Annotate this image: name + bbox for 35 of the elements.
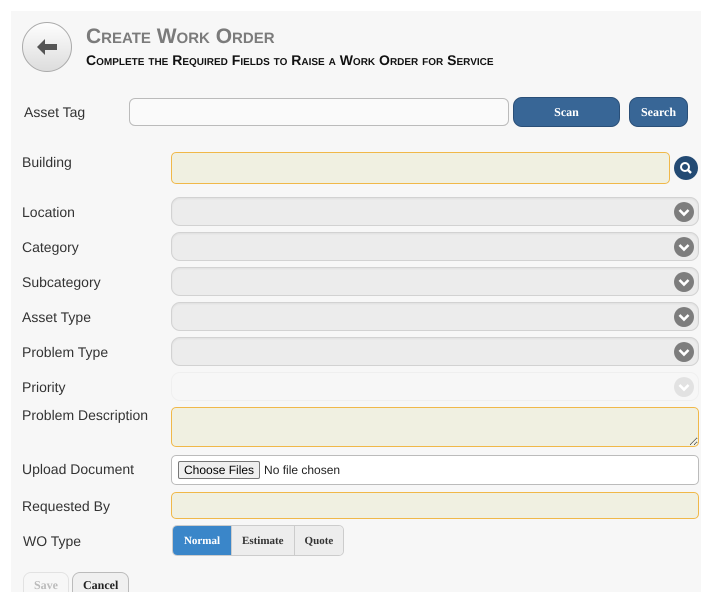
asset-tag-field[interactable] xyxy=(129,98,509,126)
back-button[interactable] xyxy=(22,22,72,72)
search-icon[interactable] xyxy=(674,156,698,180)
input-field[interactable] xyxy=(171,492,699,519)
chevron-down-icon[interactable] xyxy=(674,236,694,256)
field-label: Upload Document xyxy=(22,461,136,477)
field-label: Building xyxy=(22,153,73,170)
field-label: Location xyxy=(22,204,76,220)
field-label: Asset Tag xyxy=(23,104,86,120)
chevron-down-icon[interactable] xyxy=(674,342,694,362)
arrow-left-icon[interactable] xyxy=(36,38,58,56)
text-area[interactable] xyxy=(171,407,699,447)
field-label: Requested By xyxy=(22,498,111,514)
field-label: Asset Type xyxy=(22,308,92,324)
choose-files-button[interactable]: Choose Files xyxy=(178,461,260,479)
input-field[interactable] xyxy=(171,152,670,184)
page-title: Create Work Order xyxy=(86,25,276,49)
toggle-option[interactable]: Normal xyxy=(173,526,231,555)
chevron-down-icon[interactable] xyxy=(674,272,694,292)
chevron-down-icon[interactable] xyxy=(674,306,694,326)
cancel-button[interactable]: Cancel xyxy=(72,572,130,592)
field-label: Priority xyxy=(22,378,67,394)
page-subtitle: Complete the Required Fields to Raise a Work Order for Service xyxy=(86,52,494,68)
field-label: Problem Description xyxy=(22,407,150,423)
chevron-down-icon[interactable] xyxy=(674,202,694,222)
file-field[interactable]: Choose Files No file chosen xyxy=(171,455,699,485)
scan-button[interactable]: Scan xyxy=(513,97,620,127)
toggle-option[interactable]: Estimate xyxy=(231,526,294,555)
toggle-option[interactable]: Quote xyxy=(294,526,344,555)
field-label: Subcategory xyxy=(22,274,102,290)
file-status: No file chosen xyxy=(264,463,340,477)
search-button[interactable]: Search xyxy=(629,97,688,127)
field-label: WO Type xyxy=(22,532,82,548)
field-label: Problem Type xyxy=(22,344,110,360)
field-label: Category xyxy=(22,238,80,254)
